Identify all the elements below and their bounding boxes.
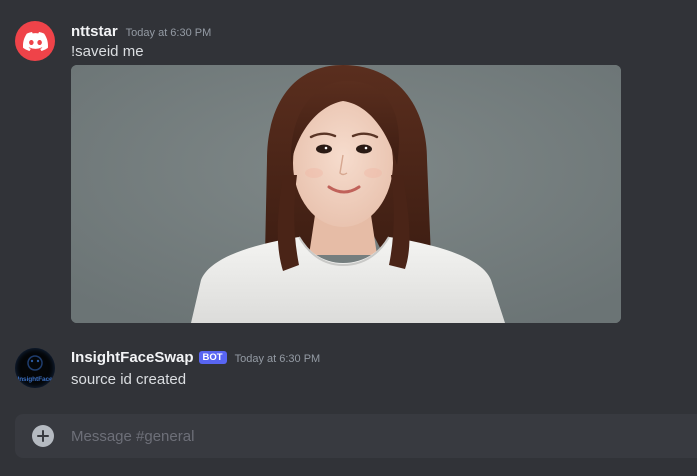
user-avatar[interactable] (15, 21, 55, 61)
message-header: InsightFaceSwap BOT Today at 6:30 PM (71, 349, 320, 366)
message-input[interactable] (71, 414, 671, 458)
discord-logo-icon (22, 31, 48, 51)
bot-avatar[interactable]: InsightFace (15, 348, 55, 388)
avatar-logo-text: InsightFace (17, 375, 53, 383)
image-attachment[interactable] (71, 65, 621, 323)
chat-window: nttstar Today at 6:30 PM !saveid me Insi… (0, 0, 697, 476)
message-nttstar: nttstar Today at 6:30 PM !saveid me (0, 0, 697, 330)
timestamp[interactable]: Today at 6:30 PM (235, 353, 321, 365)
portrait-photo (71, 65, 621, 323)
username[interactable]: InsightFaceSwap (71, 349, 194, 366)
message-content: !saveid me (71, 43, 144, 60)
message-composer (15, 414, 697, 458)
username[interactable]: nttstar (71, 23, 118, 40)
message-insightfaceswap: InsightFace InsightFaceSwap BOT Today at… (0, 340, 697, 400)
message-header: nttstar Today at 6:30 PM (71, 23, 211, 40)
insightface-logo-icon (27, 355, 43, 371)
add-attachment-button[interactable] (32, 425, 54, 447)
bot-badge: BOT (198, 351, 227, 364)
plus-icon (37, 430, 49, 442)
message-content: source id created (71, 371, 187, 388)
timestamp[interactable]: Today at 6:30 PM (126, 27, 212, 39)
